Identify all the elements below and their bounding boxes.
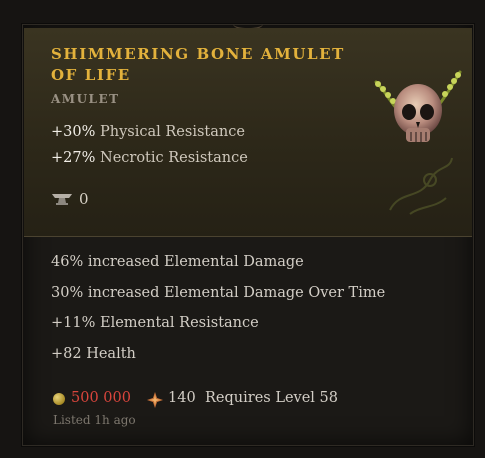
- implicit-line: +27% Necrotic Resistance: [51, 150, 248, 166]
- affix-line: +82 Health: [51, 346, 136, 362]
- gold-coin-icon: [53, 393, 65, 405]
- shard-count: 140: [168, 390, 196, 406]
- affix-line: 46% increased Elemental Damage: [51, 254, 304, 270]
- amulet-skull-icon: [374, 70, 462, 142]
- shard-icon: [147, 392, 163, 408]
- listed-time: Listed 1h ago: [53, 413, 136, 427]
- implicit-label: Necrotic Resistance: [100, 150, 248, 166]
- level-requirement: Requires Level 58: [205, 390, 338, 406]
- anvil-icon: [52, 194, 72, 205]
- affix-line: 30% increased Elemental Damage Over Time: [51, 285, 386, 301]
- masterwork-count: 0: [79, 190, 89, 208]
- affix-line: +11% Elemental Resistance: [51, 315, 259, 331]
- implicit-value: +30%: [51, 124, 96, 140]
- item-title: Shimmering Bone Amulet of Life: [51, 45, 345, 84]
- item-type: AMULET: [51, 92, 120, 106]
- listing-footer: 500 000 140 Requires Level 58: [51, 390, 451, 410]
- ornament-icon: [389, 157, 453, 215]
- implicit-value: +27%: [51, 150, 96, 166]
- implicit-label: Physical Resistance: [100, 124, 245, 140]
- price-value: 500 000: [71, 390, 131, 406]
- implicit-line: +30% Physical Resistance: [51, 124, 245, 140]
